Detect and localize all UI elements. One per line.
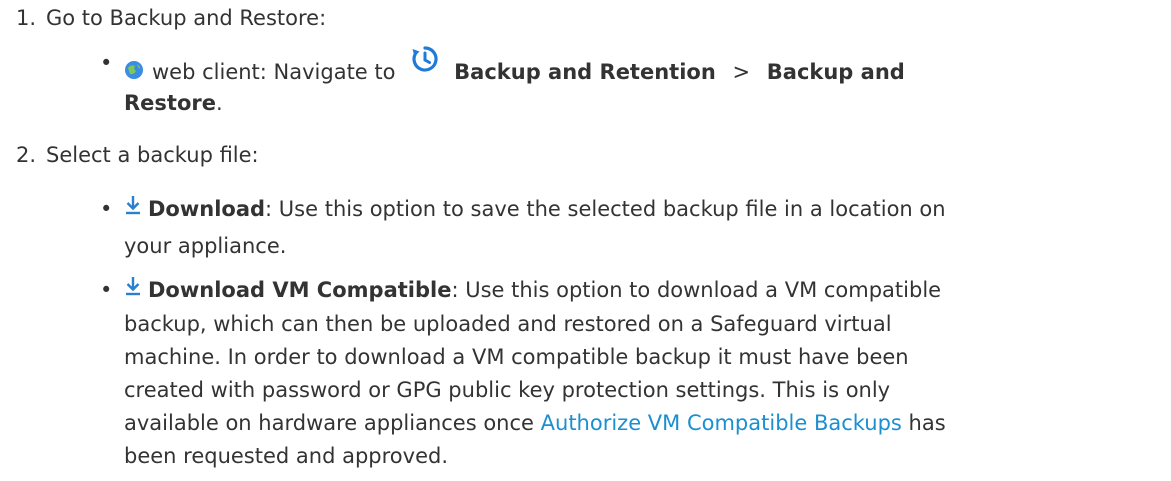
bullet-line-2: Restore. bbox=[124, 91, 223, 115]
bullet-dot: • bbox=[100, 197, 113, 221]
menu-path-1: Backup and Retention bbox=[454, 60, 716, 84]
bullet-dot: • bbox=[100, 51, 113, 75]
download-bullet: • Download: Use this option to save the … bbox=[100, 193, 1164, 261]
step-1: 1. Go to Backup and Restore: bbox=[0, 3, 326, 33]
step-2: 2. Select a backup file: bbox=[0, 140, 259, 170]
path-separator: > bbox=[732, 60, 751, 84]
backup-retention-clock-icon bbox=[412, 46, 438, 80]
option-title: Download VM Compatible bbox=[148, 278, 452, 302]
description-line-3: machine. In order to download a VM compa… bbox=[124, 345, 909, 369]
bullet-dot: • bbox=[100, 278, 113, 302]
option-description: : Use this option to download a VM compa… bbox=[451, 278, 942, 302]
step-number: 1. bbox=[15, 6, 36, 30]
option-description: : Use this option to save the selected b… bbox=[265, 197, 946, 221]
step-text: Select a backup file: bbox=[46, 143, 259, 167]
description-line-6: been requested and approved. bbox=[124, 444, 448, 468]
download-vm-compatible-bullet: • Download VM Compatible: Use this optio… bbox=[100, 274, 1164, 471]
download-arrow-icon bbox=[124, 274, 142, 304]
bullet-line-1: web client: Navigate to Backup and Reten… bbox=[124, 46, 1164, 90]
option-title: Download bbox=[148, 197, 266, 221]
client-label: web client: Navigate to bbox=[152, 60, 396, 84]
option-description-cont: your appliance. bbox=[124, 234, 287, 258]
description-line-5: available on hardware appliances once Au… bbox=[124, 411, 946, 435]
menu-path-2a: Backup and bbox=[766, 60, 905, 84]
step-1-bullet: • web client: Navigate to Backup and Ret… bbox=[100, 46, 1164, 118]
menu-path-2b: Restore bbox=[124, 91, 216, 115]
authorize-vm-compatible-backups-link[interactable]: Authorize VM Compatible Backups bbox=[541, 411, 902, 435]
description-line-4: created with password or GPG public key … bbox=[124, 378, 891, 402]
download-arrow-icon bbox=[124, 193, 142, 223]
web-client-globe-icon bbox=[124, 58, 144, 88]
description-line-2: backup, which can then be uploaded and r… bbox=[124, 312, 892, 336]
step-number: 2. bbox=[15, 143, 36, 167]
step-text: Go to Backup and Restore: bbox=[46, 6, 327, 30]
